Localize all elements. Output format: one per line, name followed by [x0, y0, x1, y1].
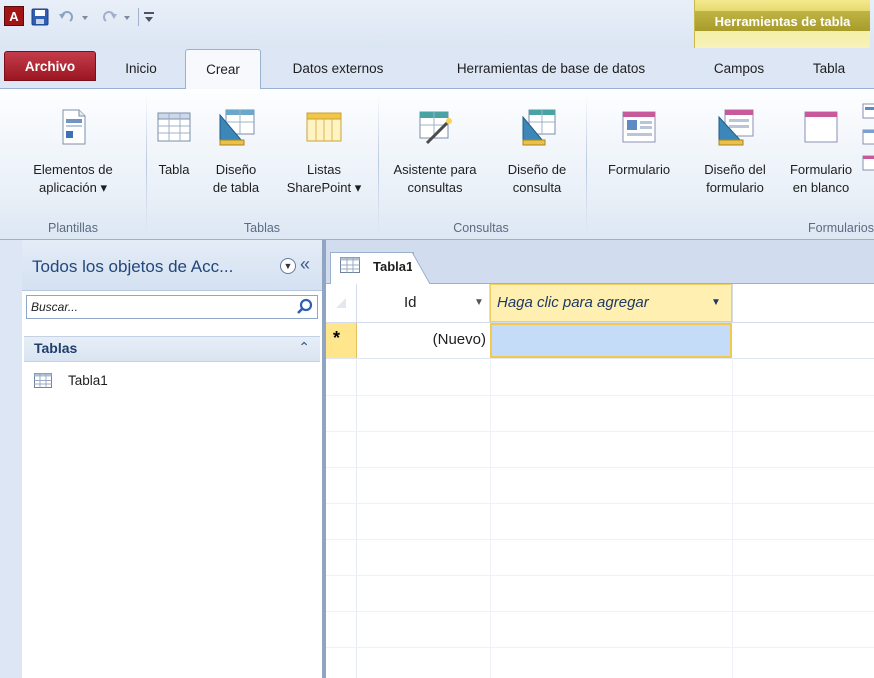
ribbon: Elementos de aplicación ▾ Plantillas Tabl… [0, 88, 874, 240]
nav-item-tabla1[interactable]: Tabla1 [30, 370, 310, 392]
more-forms-small-icon[interactable] [862, 155, 874, 171]
diseno-formulario-button[interactable]: Diseño del formulario [687, 95, 783, 211]
tab-tabla[interactable]: Tabla [796, 52, 862, 84]
cell-id-value: (Nuevo) [432, 331, 486, 348]
select-all-triangle-icon [336, 298, 346, 308]
tabla-button[interactable]: Tabla [149, 95, 199, 211]
tab-datos-externos[interactable]: Datos externos [270, 52, 406, 84]
quick-access-toolbar: A Herramientas de tabla [0, 0, 874, 48]
nav-group-header-tablas[interactable]: Tablas ⌃ [24, 336, 320, 362]
search-icon[interactable] [295, 297, 315, 317]
record-selector[interactable]: * [326, 323, 357, 358]
group-tablas: Tabla Diseño de tabla Listas SharePoint … [147, 89, 377, 239]
search-input[interactable] [27, 296, 295, 318]
sharepoint-list-icon [306, 112, 342, 142]
document-tab-label: Tabla1 [373, 259, 414, 274]
diseno-tabla-button[interactable]: Diseño de tabla [201, 95, 271, 211]
table-icon [34, 373, 52, 388]
column-header-id[interactable]: Id ▼ [356, 284, 490, 322]
gridline [732, 358, 733, 678]
chevron-up-icon[interactable]: ⌃ [298, 339, 310, 356]
group-plantillas: Elementos de aplicación ▾ Plantillas [0, 89, 146, 239]
nav-header: Todos los objetos de Acc... ▼ « [22, 240, 322, 291]
gridline [326, 467, 874, 468]
group-formularios: Formulario Diseño del formulario Formula… [587, 89, 874, 239]
save-icon[interactable] [30, 6, 50, 28]
customize-toolbar-icon[interactable] [142, 6, 156, 28]
tab-archivo[interactable]: Archivo [4, 51, 96, 81]
navigation-form-small-icon[interactable] [862, 129, 874, 145]
elementos-aplicacion-button[interactable]: Elementos de aplicación ▾ [2, 95, 144, 211]
cell-id[interactable]: (Nuevo) [356, 323, 490, 358]
new-record-row: * (Nuevo) [326, 323, 874, 359]
gridline [326, 503, 874, 504]
record-selector-column [326, 358, 357, 678]
blank-form-icon [804, 111, 838, 143]
undo-icon[interactable] [58, 6, 94, 28]
redo-icon[interactable] [100, 6, 136, 28]
query-design-icon [522, 109, 556, 146]
form-icon [622, 111, 656, 143]
document-tab-tabla1[interactable]: Tabla1 [330, 252, 414, 284]
select-all-button[interactable] [326, 284, 357, 322]
column-header-add[interactable]: Haga clic para agregar ▼ [490, 284, 732, 322]
gridline [326, 575, 874, 576]
gridline [326, 431, 874, 432]
dropdown-arrow-icon[interactable]: ▼ [711, 297, 721, 308]
access-window: A Herramientas de tabla Archivo Inicio C… [0, 0, 874, 678]
search-box [26, 295, 318, 319]
diseno-consulta-button[interactable]: Diseño de consulta [491, 95, 583, 211]
gridline [326, 539, 874, 540]
listas-sharepoint-button[interactable]: Listas SharePoint ▾ [273, 95, 375, 211]
form-design-icon [718, 109, 754, 146]
gridline [326, 611, 874, 612]
tab-inicio[interactable]: Inicio [106, 52, 176, 84]
ribbon-tabs: Archivo Inicio Crear Datos externos Herr… [0, 48, 874, 89]
contextual-tab-header: Herramientas de tabla [694, 0, 870, 48]
tab-herramientas-base-datos[interactable]: Herramientas de base de datos [419, 52, 683, 84]
group-label-consultas: Consultas [453, 221, 509, 235]
document-area: Tabla1 Id ▼ Haga clic para agregar ▼ * (… [326, 240, 874, 678]
datasheet-grid: Id ▼ Haga clic para agregar ▼ * (Nuevo) [326, 284, 874, 678]
table-icon [340, 257, 360, 273]
document-tab-strip: Tabla1 [326, 240, 874, 284]
group-label-formularios: Formularios [808, 221, 874, 235]
form-wizard-small-icon[interactable] [862, 103, 874, 119]
application-parts-icon [62, 109, 86, 145]
column-header-empty [732, 284, 874, 322]
contextual-title: Herramientas de tabla [695, 11, 870, 31]
group-consultas: Asistente para consultas Diseño de consult… [379, 89, 583, 239]
asistente-consultas-button[interactable]: Asistente para consultas [381, 95, 489, 211]
table-design-icon [219, 109, 255, 146]
add-column-label: Haga clic para agregar [497, 294, 649, 311]
cell-add-field[interactable] [490, 323, 732, 358]
gridline [326, 647, 874, 648]
query-wizard-icon [419, 111, 452, 145]
access-logo-icon[interactable]: A [4, 6, 24, 26]
group-label-plantillas: Plantillas [47, 221, 99, 235]
nav-group-title: Tablas [34, 340, 78, 356]
nav-title[interactable]: Todos los objetos de Acc... [32, 257, 233, 277]
table-icon [157, 112, 191, 142]
new-record-marker: * [333, 328, 341, 348]
nav-menu-chevron-down-icon[interactable]: ▼ [280, 258, 296, 274]
gridline [326, 395, 874, 396]
formulario-button[interactable]: Formulario [591, 95, 687, 211]
navigation-pane: Todos los objetos de Acc... ▼ « Tablas ⌃ [22, 240, 326, 678]
formulario-blanco-button[interactable]: Formulario en blanco [783, 95, 859, 211]
group-label-tablas: Tablas [243, 221, 281, 235]
toolbar-separator [138, 8, 139, 26]
tab-crear[interactable]: Crear [185, 49, 261, 89]
dropdown-arrow-icon[interactable]: ▼ [474, 297, 484, 308]
gridline [490, 358, 491, 678]
grid-header-row: Id ▼ Haga clic para agregar ▼ [326, 284, 874, 323]
column-header-label: Id [404, 294, 417, 311]
collapse-pane-icon[interactable]: « [300, 254, 310, 275]
tab-campos[interactable]: Campos [693, 52, 785, 84]
nav-item-label: Tabla1 [68, 373, 108, 388]
tab-edge [412, 252, 430, 284]
